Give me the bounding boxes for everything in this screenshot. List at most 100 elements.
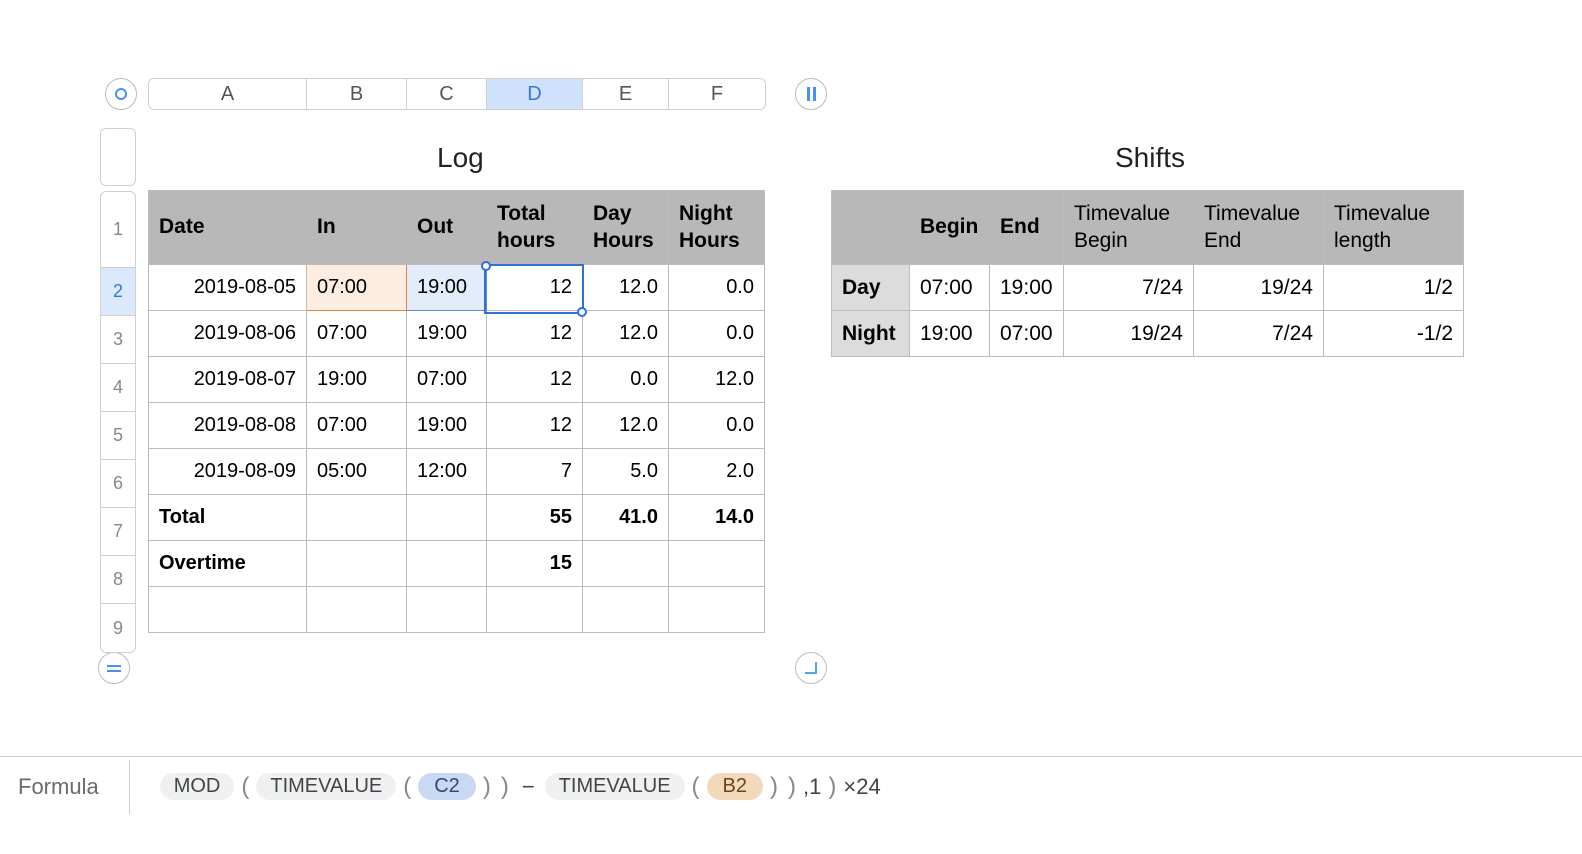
cell[interactable] bbox=[669, 587, 765, 633]
shifts-rowlabel-night[interactable]: Night bbox=[832, 311, 910, 357]
resize-table-button[interactable] bbox=[795, 652, 827, 684]
cell[interactable]: 0.0 bbox=[669, 265, 765, 311]
cell[interactable]: 19/24 bbox=[1194, 265, 1324, 311]
cell[interactable] bbox=[669, 541, 765, 587]
log-header-total[interactable]: Total hours bbox=[487, 191, 583, 265]
cell[interactable]: 7/24 bbox=[1064, 265, 1194, 311]
shifts-header-blank[interactable] bbox=[832, 191, 910, 265]
cell[interactable]: 07:00 bbox=[307, 311, 407, 357]
formula-ref-b2[interactable]: B2 bbox=[707, 773, 763, 800]
cell[interactable]: 07:00 bbox=[307, 403, 407, 449]
col-header-C[interactable]: C bbox=[407, 79, 487, 109]
table-origin-button[interactable] bbox=[105, 78, 137, 110]
cell[interactable]: 12.0 bbox=[583, 311, 669, 357]
row-header-3[interactable]: 3 bbox=[101, 316, 135, 364]
shifts-header-end[interactable]: End bbox=[990, 191, 1064, 265]
cell[interactable]: 2019-08-07 bbox=[149, 357, 307, 403]
col-header-F[interactable]: F bbox=[669, 79, 765, 109]
cell[interactable] bbox=[307, 495, 407, 541]
cell[interactable]: 14.0 bbox=[669, 495, 765, 541]
shifts-rowlabel-day[interactable]: Day bbox=[832, 265, 910, 311]
cell[interactable]: 12:00 bbox=[407, 449, 487, 495]
log-header-out[interactable]: Out bbox=[407, 191, 487, 265]
cell[interactable] bbox=[407, 541, 487, 587]
cell[interactable] bbox=[149, 587, 307, 633]
formula-input[interactable]: MOD ( TIMEVALUE ( C2 ) ) − TIMEVALUE ( B… bbox=[160, 773, 881, 801]
log-header-night[interactable]: Night Hours bbox=[669, 191, 765, 265]
row-header-7[interactable]: 7 bbox=[101, 508, 135, 556]
cell[interactable]: 12.0 bbox=[583, 403, 669, 449]
cell[interactable] bbox=[407, 587, 487, 633]
cell[interactable]: 19:00 bbox=[307, 357, 407, 403]
cell[interactable]: 12 bbox=[487, 403, 583, 449]
cell[interactable]: 2019-08-05 bbox=[149, 265, 307, 311]
cell[interactable]: 2.0 bbox=[669, 449, 765, 495]
cell-total-label[interactable]: Total bbox=[149, 495, 307, 541]
row-header-9[interactable]: 9 bbox=[101, 604, 135, 652]
cell[interactable]: 07:00 bbox=[407, 357, 487, 403]
col-header-E[interactable]: E bbox=[583, 79, 669, 109]
cell-overtime-label[interactable]: Overtime bbox=[149, 541, 307, 587]
row-header-5[interactable]: 5 bbox=[101, 412, 135, 460]
cell[interactable]: -1/2 bbox=[1324, 311, 1464, 357]
cell[interactable]: 5.0 bbox=[583, 449, 669, 495]
log-row: 2019-08-07 19:00 07:00 12 0.0 12.0 bbox=[149, 357, 765, 403]
corner-icon bbox=[805, 662, 817, 674]
col-header-D[interactable]: D bbox=[487, 79, 583, 109]
cell[interactable]: 0.0 bbox=[669, 311, 765, 357]
row-header-1[interactable]: 1 bbox=[101, 192, 135, 268]
cell[interactable] bbox=[583, 541, 669, 587]
cell[interactable]: 15 bbox=[487, 541, 583, 587]
cell[interactable]: 19:00 bbox=[910, 311, 990, 357]
formula-tail-comma: ,1 bbox=[803, 774, 821, 800]
row-header-6[interactable]: 6 bbox=[101, 460, 135, 508]
add-rows-button[interactable] bbox=[98, 652, 130, 684]
cell[interactable]: 19:00 bbox=[407, 403, 487, 449]
cell[interactable]: 19:00 bbox=[990, 265, 1064, 311]
cell[interactable]: 07:00 bbox=[910, 265, 990, 311]
log-header-in[interactable]: In bbox=[307, 191, 407, 265]
cell[interactable]: 12 bbox=[487, 357, 583, 403]
shifts-header-tvl[interactable]: Timevalue length bbox=[1324, 191, 1464, 265]
row-header-spacer bbox=[100, 128, 136, 186]
cell[interactable]: 2019-08-09 bbox=[149, 449, 307, 495]
col-header-A[interactable]: A bbox=[149, 79, 307, 109]
cell-ref-b2[interactable]: 07:00 bbox=[307, 265, 407, 311]
formula-label: Formula bbox=[18, 774, 99, 800]
shifts-header-tve[interactable]: Timevalue End bbox=[1194, 191, 1324, 265]
cell[interactable]: 0.0 bbox=[669, 403, 765, 449]
cell[interactable] bbox=[307, 541, 407, 587]
cell[interactable] bbox=[583, 587, 669, 633]
cell[interactable]: 7 bbox=[487, 449, 583, 495]
cell[interactable] bbox=[407, 495, 487, 541]
cell[interactable]: 12.0 bbox=[669, 357, 765, 403]
cell[interactable]: 1/2 bbox=[1324, 265, 1464, 311]
cell-ref-c2[interactable]: 19:00 bbox=[407, 265, 487, 311]
row-header-8[interactable]: 8 bbox=[101, 556, 135, 604]
row-header-4[interactable]: 4 bbox=[101, 364, 135, 412]
cell[interactable]: 55 bbox=[487, 495, 583, 541]
cell[interactable]: 2019-08-06 bbox=[149, 311, 307, 357]
cell-selected-d2[interactable]: 12 bbox=[487, 265, 583, 311]
cell[interactable]: 7/24 bbox=[1194, 311, 1324, 357]
cell[interactable]: 07:00 bbox=[990, 311, 1064, 357]
cell[interactable]: 0.0 bbox=[583, 357, 669, 403]
shifts-header-tvb[interactable]: Timevalue Begin bbox=[1064, 191, 1194, 265]
col-header-B[interactable]: B bbox=[307, 79, 407, 109]
formula-ref-c2[interactable]: C2 bbox=[418, 773, 476, 800]
cell[interactable]: 41.0 bbox=[583, 495, 669, 541]
cell[interactable] bbox=[307, 587, 407, 633]
log-header-day[interactable]: Day Hours bbox=[583, 191, 669, 265]
log-overtime-row: Overtime 15 bbox=[149, 541, 765, 587]
cell[interactable]: 2019-08-08 bbox=[149, 403, 307, 449]
cell[interactable] bbox=[487, 587, 583, 633]
shifts-header-begin[interactable]: Begin bbox=[910, 191, 990, 265]
cell[interactable]: 05:00 bbox=[307, 449, 407, 495]
cell[interactable]: 12.0 bbox=[583, 265, 669, 311]
cell[interactable]: 19:00 bbox=[407, 311, 487, 357]
cell[interactable]: 19/24 bbox=[1064, 311, 1194, 357]
add-columns-button[interactable] bbox=[795, 78, 827, 110]
log-header-date[interactable]: Date bbox=[149, 191, 307, 265]
cell[interactable]: 12 bbox=[487, 311, 583, 357]
row-header-2[interactable]: 2 bbox=[101, 268, 135, 316]
